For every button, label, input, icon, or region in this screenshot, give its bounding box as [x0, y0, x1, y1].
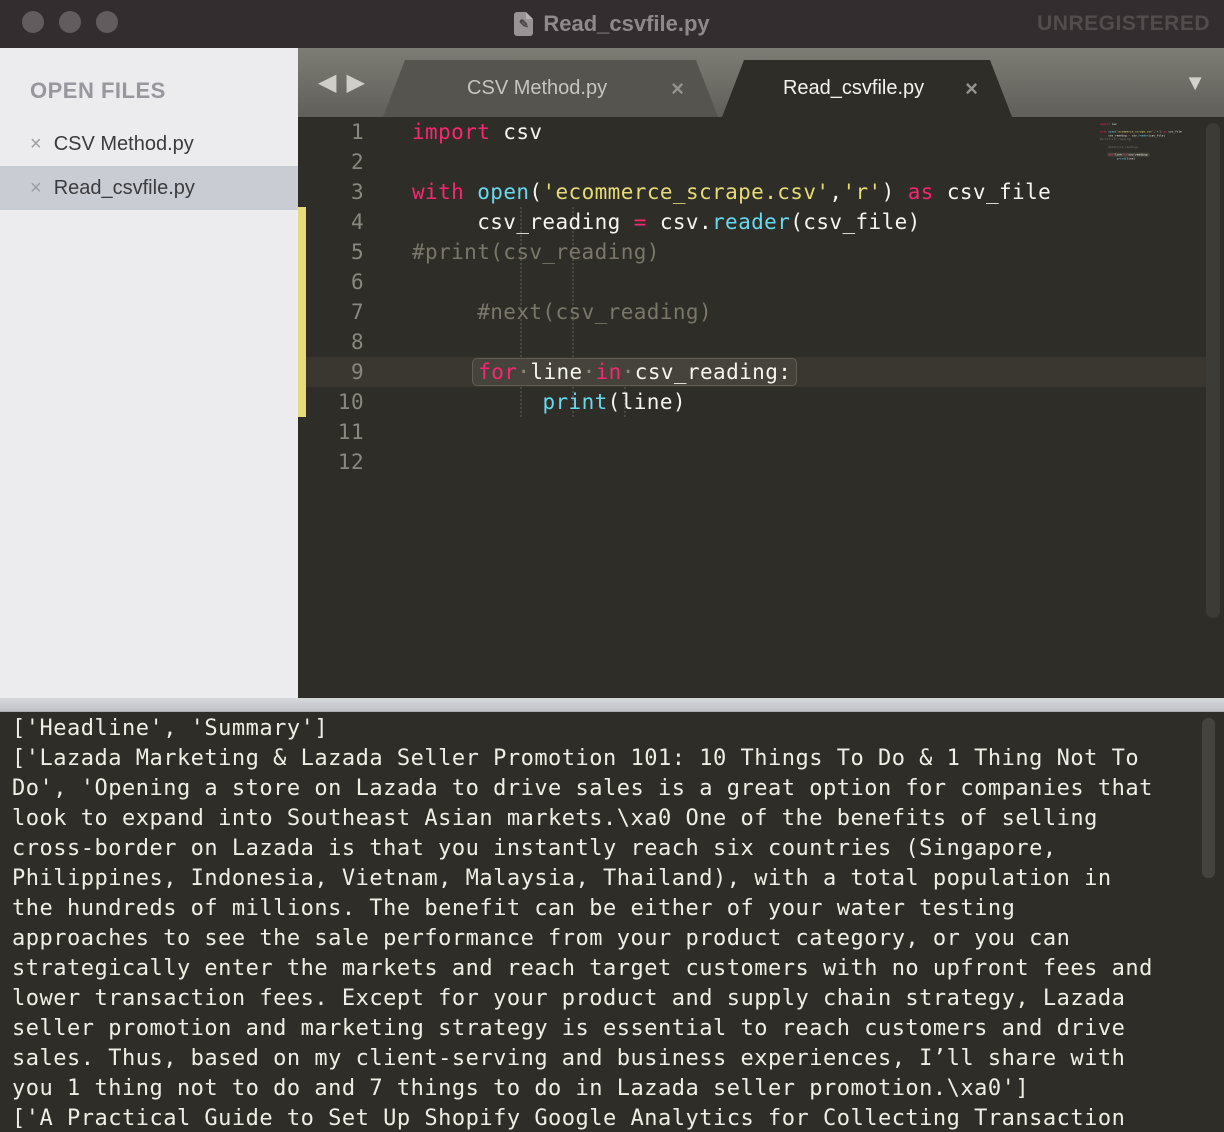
code-line[interactable]: [412, 147, 1100, 177]
code-line[interactable]: #print(csv_reading): [412, 237, 1100, 267]
console-line: Do', 'Opening a store on Lazada to drive…: [12, 774, 1224, 804]
window-title-text: Read_csvfile.py: [543, 11, 709, 37]
zoom-window-button[interactable]: [96, 11, 118, 33]
code-line[interactable]: csv_reading = csv.reader(csv_file): [412, 207, 1100, 237]
sidebar: OPEN FILES × CSV Method.py × Read_csvfil…: [0, 48, 298, 698]
vertical-scrollbar-thumb[interactable]: [1206, 123, 1220, 618]
console-line: ['Headline', 'Summary']: [12, 714, 1224, 744]
console-line: lower transaction fees. Except for your …: [12, 984, 1224, 1014]
line-number: 3: [298, 177, 412, 207]
previous-tab-icon[interactable]: ◀: [318, 68, 336, 97]
close-icon[interactable]: ×: [671, 76, 684, 102]
tab-bar: ◀ ▶ CSV Method.py × Read_csvfile.py × ▼: [298, 48, 1224, 117]
tab-label: CSV Method.py: [417, 77, 657, 100]
code-line[interactable]: for·line·in·csv_reading:: [412, 357, 1100, 387]
console-line: ['Lazada Marketing & Lazada Seller Promo…: [12, 744, 1224, 774]
console-line: strategically enter the markets and reac…: [12, 954, 1224, 984]
next-tab-icon[interactable]: ▶: [346, 68, 364, 97]
console-scrollbar-thumb[interactable]: [1202, 718, 1215, 878]
title-bar: ✎ Read_csvfile.py UNREGISTERED: [0, 0, 1224, 48]
console-line: seller promotion and marketing strategy …: [12, 1014, 1224, 1044]
code-text[interactable]: import csv with open('ecommerce_scrape.cs…: [412, 117, 1100, 477]
console-line: Philippines, Indonesia, Vietnam, Malaysi…: [12, 864, 1224, 894]
code-text[interactable]: import csvwith open('ecommerce_scrape.cs…: [1100, 122, 1188, 168]
line-number: 2: [298, 147, 412, 177]
close-icon[interactable]: ×: [30, 178, 42, 198]
line-number: 12: [298, 447, 412, 477]
minimap-content: import csvwith open('ecommerce_scrape.cs…: [1100, 122, 1192, 168]
code-editor[interactable]: 123456789101112 import csvwith open('eco…: [298, 117, 1224, 668]
line-number: 6: [298, 267, 412, 297]
minimize-window-button[interactable]: [59, 11, 81, 33]
line-number: 11: [298, 417, 412, 447]
editor-pane: ◀ ▶ CSV Method.py × Read_csvfile.py × ▼ …: [298, 48, 1224, 698]
sublime-text-window: ✎ Read_csvfile.py UNREGISTERED OPEN FILE…: [0, 0, 1224, 1132]
console-line: cross-border on Lazada is that you insta…: [12, 834, 1224, 864]
console-line: the hundreds of millions. The benefit ca…: [12, 894, 1224, 924]
line-number: 10: [298, 387, 412, 417]
tab-csv-method[interactable]: CSV Method.py ×: [383, 60, 718, 117]
line-number-gutter: 123456789101112: [298, 117, 412, 477]
code-line[interactable]: [412, 267, 1100, 297]
unregistered-label: UNREGISTERED: [1037, 0, 1210, 48]
open-files-header: OPEN FILES: [30, 78, 298, 104]
line-number: 4: [298, 207, 412, 237]
tab-label: Read_csvfile.py: [756, 77, 951, 100]
tab-navigation: ◀ ▶: [318, 48, 365, 117]
console-line: sales. Thus, based on my client-serving …: [12, 1044, 1224, 1074]
sidebar-item-label: Read_csvfile.py: [54, 177, 195, 200]
code-line[interactable]: with open('ecommerce_scrape.csv','r') as…: [412, 177, 1100, 207]
console-line: ['A Practical Guide to Set Up Shopify Go…: [12, 1104, 1224, 1132]
line-number: 7: [298, 297, 412, 327]
console-line: you 1 thing not to do and 7 things to do…: [12, 1074, 1224, 1104]
sidebar-item-read-csvfile[interactable]: × Read_csvfile.py: [0, 166, 298, 210]
window-title: ✎ Read_csvfile.py: [514, 11, 709, 37]
code-line[interactable]: print(line): [412, 387, 1100, 417]
close-icon[interactable]: ×: [965, 76, 978, 102]
tab-overflow-menu[interactable]: ▼: [1184, 48, 1206, 117]
console-line: look to expand into Southeast Asian mark…: [12, 804, 1224, 834]
code-line[interactable]: import csv: [412, 117, 1100, 147]
code-line[interactable]: [1100, 164, 1188, 168]
code-line[interactable]: [412, 417, 1100, 447]
line-number: 5: [298, 237, 412, 267]
console-line: approaches to see the sale performance f…: [12, 924, 1224, 954]
code-line[interactable]: #next(csv_reading): [412, 297, 1100, 327]
line-number: 1: [298, 117, 412, 147]
line-number: 8: [298, 327, 412, 357]
code-line[interactable]: [412, 447, 1100, 477]
minimap[interactable]: import csvwith open('ecommerce_scrape.cs…: [1100, 122, 1204, 662]
sidebar-item-csv-method[interactable]: × CSV Method.py: [0, 122, 298, 166]
document-icon: ✎: [514, 12, 533, 36]
code-line[interactable]: [412, 327, 1100, 357]
pane-splitter[interactable]: [0, 698, 1224, 712]
selected-text[interactable]: for·line·in·csv_reading:: [472, 358, 797, 386]
sidebar-item-label: CSV Method.py: [54, 133, 194, 156]
close-window-button[interactable]: [22, 11, 44, 33]
close-icon[interactable]: ×: [30, 134, 42, 154]
tab-read-csvfile[interactable]: Read_csvfile.py ×: [722, 60, 1012, 117]
window-controls: [22, 11, 118, 33]
build-output-console: ['Headline', 'Summary']['Lazada Marketin…: [0, 712, 1224, 1132]
chevron-down-icon: ▼: [1184, 70, 1206, 96]
line-number: 9: [298, 357, 412, 387]
